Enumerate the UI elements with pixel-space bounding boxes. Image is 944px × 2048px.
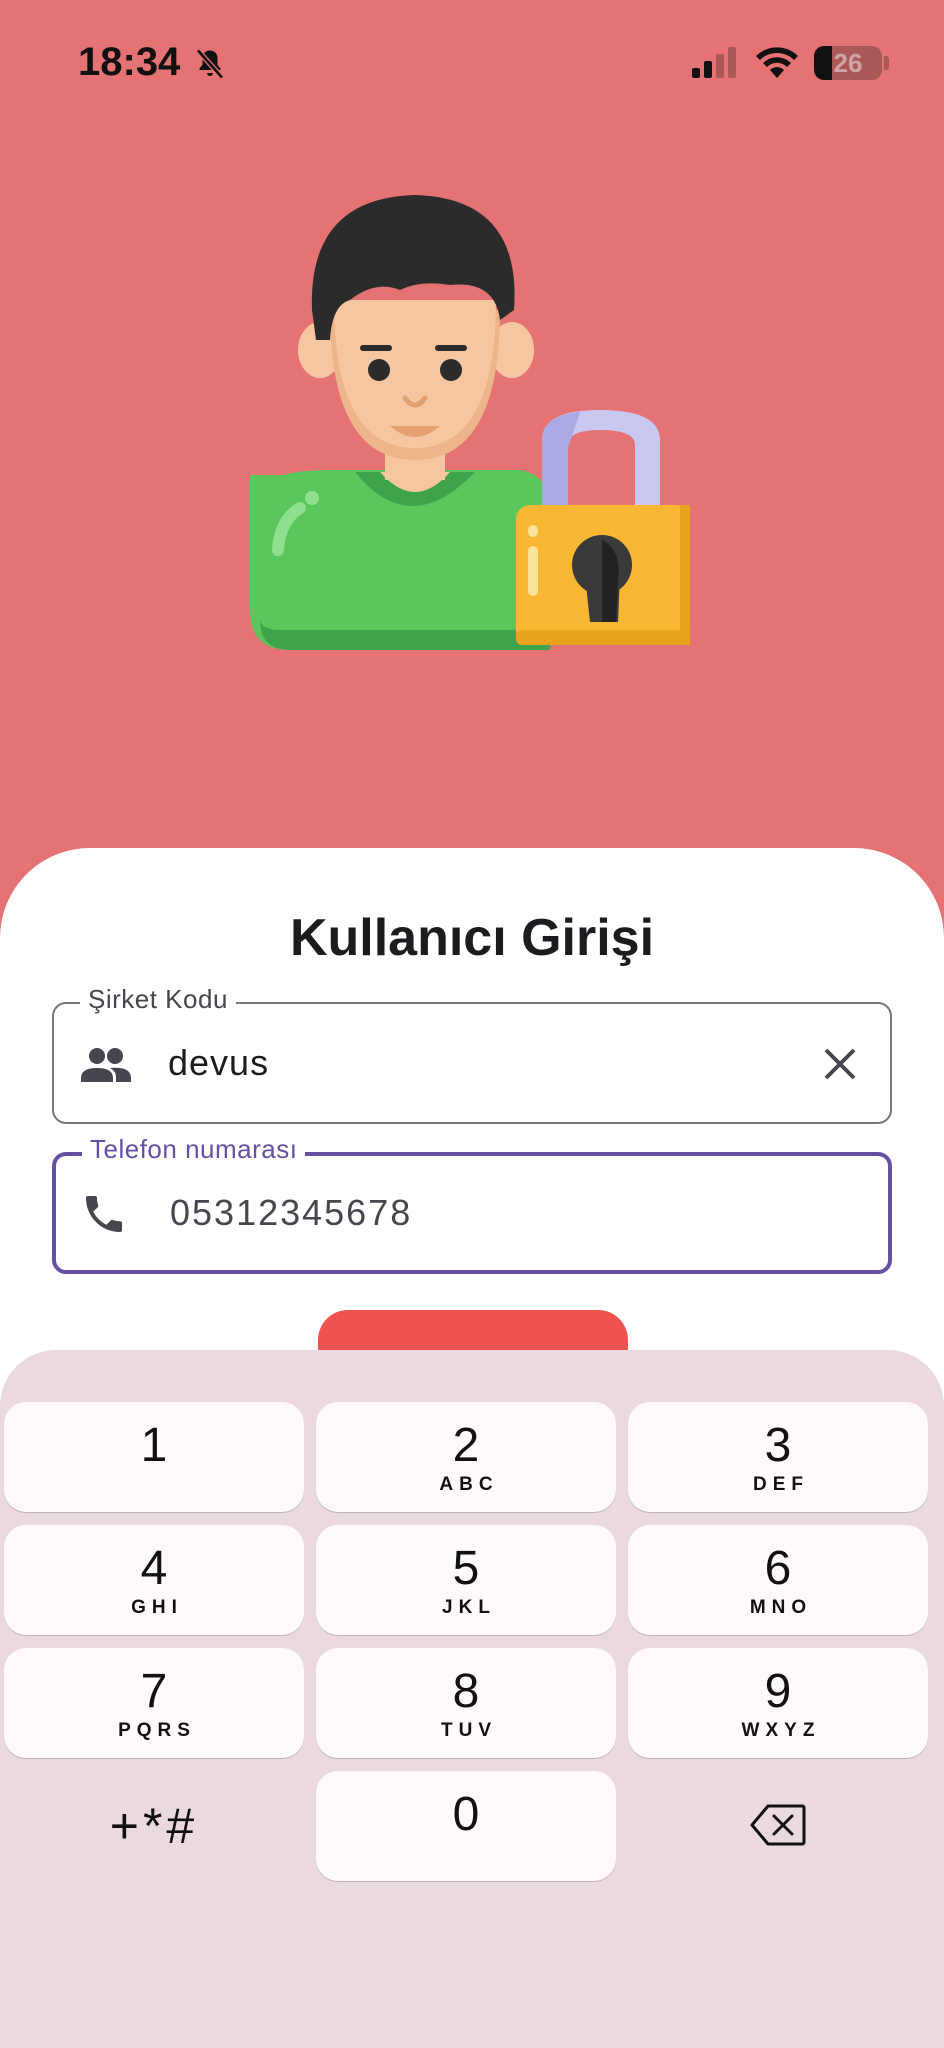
people-icon — [81, 1048, 131, 1082]
user-with-padlock-illustration — [250, 195, 690, 650]
battery-level-text: 26 — [833, 48, 863, 78]
status-time: 18:34 — [78, 40, 181, 84]
page-title: Kullanıcı Girişi — [289, 909, 655, 967]
status-bar: 18:34 26 — [0, 0, 944, 130]
close-icon[interactable] — [820, 1044, 860, 1084]
key-8[interactable]: 8 TUV — [316, 1648, 616, 1758]
phone-number-label: Telefon numarası — [82, 1134, 306, 1165]
key-0[interactable]: 0 — [316, 1771, 616, 1881]
key-digit: 3 — [764, 1419, 792, 1472]
backspace-icon — [750, 1804, 806, 1846]
key-digit: 4 — [140, 1542, 168, 1595]
cellular-signal-icon — [692, 47, 736, 78]
key-6[interactable]: 6 MNO — [628, 1525, 928, 1635]
key-letters: TUV — [441, 1720, 497, 1741]
key-letters: MNO — [749, 1597, 813, 1618]
phone-number-field[interactable]: Telefon numarası 05312345678 — [52, 1134, 892, 1274]
key-7[interactable]: 7 PQRS — [4, 1648, 304, 1758]
key-symbols[interactable]: +*# — [4, 1771, 304, 1881]
symbols-label: +*# — [109, 1798, 199, 1854]
company-code-input[interactable]: devus — [168, 1042, 269, 1084]
key-letters: JKL — [442, 1597, 496, 1618]
key-letters: ABC — [439, 1474, 499, 1495]
key-letters: DEF — [753, 1474, 809, 1495]
phone-icon — [86, 1196, 122, 1232]
company-code-label: Şirket Kodu — [80, 984, 236, 1015]
key-letters: PQRS — [118, 1720, 196, 1741]
key-letters: WXYZ — [741, 1720, 821, 1741]
key-1[interactable]: 1 — [4, 1402, 304, 1512]
key-digit: 0 — [452, 1788, 480, 1841]
key-4[interactable]: 4 GHI — [4, 1525, 304, 1635]
bell-slash-icon — [196, 48, 224, 80]
key-5[interactable]: 5 JKL — [316, 1525, 616, 1635]
key-digit: 2 — [452, 1419, 480, 1472]
wifi-icon — [756, 47, 798, 78]
numeric-keypad: 1 2 ABC 3 DEF 4 GHI 5 JKL 6 MNO 7 PQRS 8… — [0, 1350, 944, 2048]
key-2[interactable]: 2 ABC — [316, 1402, 616, 1512]
battery-icon: 26 — [814, 46, 882, 80]
key-digit: 1 — [140, 1419, 168, 1472]
key-digit: 9 — [764, 1665, 792, 1718]
key-backspace[interactable] — [628, 1771, 928, 1881]
key-digit: 5 — [452, 1542, 480, 1595]
battery-cap — [884, 56, 889, 70]
phone-number-input[interactable]: 05312345678 — [170, 1192, 412, 1234]
key-digit: 8 — [452, 1665, 480, 1718]
key-digit: 6 — [764, 1542, 792, 1595]
key-3[interactable]: 3 DEF — [628, 1402, 928, 1512]
company-code-field[interactable]: Şirket Kodu devus — [52, 984, 892, 1124]
key-letters: GHI — [131, 1597, 183, 1618]
key-digit: 7 — [140, 1665, 168, 1718]
key-9[interactable]: 9 WXYZ — [628, 1648, 928, 1758]
